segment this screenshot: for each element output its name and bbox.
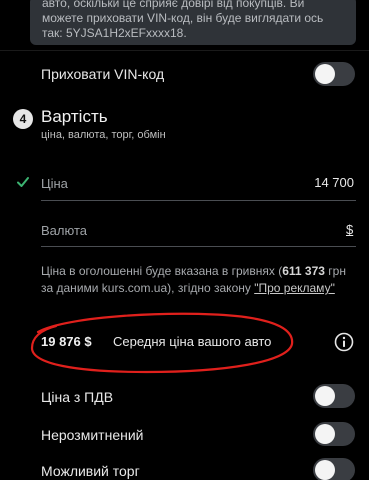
hide-vin-label: Приховати VIN-код [41,66,165,82]
negotiable-label: Можливий торг [41,463,140,479]
not-cleared-toggle[interactable] [313,422,355,446]
price-input[interactable]: 14 700 [256,175,354,190]
vin-info-line-1: авто, оскільки це сприяє довірі від поку… [42,0,305,10]
not-cleared-label: Нерозмитнений [41,427,144,443]
vat-price-toggle[interactable] [313,384,355,408]
price-underline [41,200,356,201]
currency-label: Валюта [41,223,87,238]
conversion-note: Ціна в оголошенні буде вказана в гривнях… [41,263,361,297]
currency-select[interactable]: $ [346,222,353,237]
vin-info-box: авто, оскільки це сприяє довірі від поку… [30,0,356,45]
toggle-knob [315,64,335,84]
uah-amount: 611 373 [282,264,325,278]
toggle-knob [315,386,335,406]
vat-price-label: Ціна з ПДВ [41,389,114,405]
listing-form: авто, оскільки це сприяє довірі від поку… [0,0,369,480]
vin-info-line-3: так: 5YJSA1H2xEFxxxx18. [42,26,187,40]
divider [0,50,369,51]
check-icon [17,177,29,187]
average-price-value: 19 876 $ [41,334,92,349]
toggle-knob [315,460,335,480]
negotiable-toggle[interactable] [313,458,355,480]
average-price-label: Середня ціна вашого авто [113,334,272,349]
note-text-before: Ціна в оголошенні буде вказана в гривнях… [41,264,283,278]
advertising-law-link[interactable]: "Про рекламу" [254,281,335,295]
section-subtitle: ціна, валюта, торг, обмін [41,129,166,141]
section-title: Вартість [41,107,108,126]
price-label: Ціна [41,176,68,191]
step-number-badge: 4 [13,109,33,129]
toggle-knob [315,424,335,444]
currency-underline [41,246,356,247]
hide-vin-toggle[interactable] [313,62,355,86]
vin-info-line-2: можете приховати VIN-код, він буде вигля… [42,11,324,25]
info-icon[interactable] [334,332,354,352]
